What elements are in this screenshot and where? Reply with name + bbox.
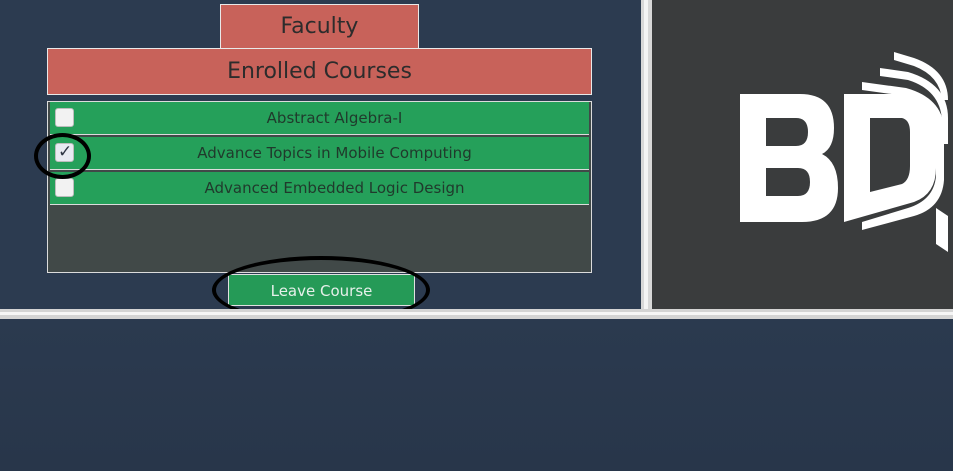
list-item[interactable]: Advanced Embedded Logic Design xyxy=(50,172,589,205)
horizontal-divider[interactable] xyxy=(0,309,953,319)
logo-icon xyxy=(740,52,948,252)
main-panel: Faculty Enrolled Courses Abstract Algebr… xyxy=(0,0,641,324)
tab-faculty[interactable]: Faculty xyxy=(220,4,419,49)
list-item[interactable]: ✓ Advance Topics in Mobile Computing xyxy=(50,137,589,170)
check-icon: ✓ xyxy=(58,142,73,162)
logo-panel xyxy=(652,0,953,309)
vertical-divider[interactable] xyxy=(641,0,652,309)
course-list: Abstract Algebra-I ✓ Advance Topics in M… xyxy=(47,101,592,273)
course-checkbox-checked[interactable]: ✓ xyxy=(55,142,74,162)
leave-course-button[interactable]: Leave Course xyxy=(228,274,415,306)
course-checkbox[interactable] xyxy=(55,178,74,197)
bottom-panel xyxy=(0,319,953,471)
course-label: Advance Topics in Mobile Computing xyxy=(197,144,472,162)
course-label: Advanced Embedded Logic Design xyxy=(204,179,465,197)
course-checkbox[interactable] xyxy=(55,108,74,127)
enrolled-courses-header: Enrolled Courses xyxy=(47,48,592,95)
list-item[interactable]: Abstract Algebra-I xyxy=(50,102,589,135)
course-label: Abstract Algebra-I xyxy=(266,109,403,127)
